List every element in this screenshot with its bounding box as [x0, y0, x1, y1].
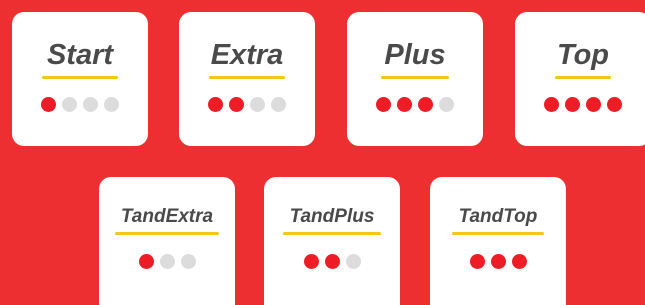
level-dots — [469, 253, 527, 269]
level-dot-filled — [138, 253, 154, 269]
plan-card-extra[interactable]: Extra — [179, 12, 315, 146]
plan-card-tandplus[interactable]: TandPlus — [264, 177, 400, 305]
level-dot-filled — [586, 96, 601, 112]
level-dot-filled — [376, 96, 391, 112]
level-dot-empty — [250, 96, 265, 112]
title-underline — [381, 75, 449, 79]
title-underline — [115, 231, 219, 235]
plan-overview: Start Extra Plus Top TandExtra TandPlus — [0, 0, 645, 305]
level-dot-filled — [229, 96, 244, 112]
plan-card-top[interactable]: Top — [515, 12, 645, 146]
plan-title: Top — [556, 39, 610, 71]
title-underline — [42, 75, 118, 79]
level-dot-filled — [544, 96, 559, 112]
level-dot-filled — [41, 96, 56, 112]
plan-title: Start — [46, 39, 114, 71]
level-dot-empty — [62, 96, 77, 112]
plans-row-bottom: TandExtra TandPlus TandTop — [0, 177, 645, 305]
level-dots — [544, 96, 622, 112]
level-dot-empty — [271, 96, 286, 112]
level-dot-empty — [180, 253, 196, 269]
level-dot-empty — [159, 253, 175, 269]
plan-card-plus[interactable]: Plus — [347, 12, 483, 146]
level-dot-filled — [607, 96, 622, 112]
plans-row-top: Start Extra Plus Top — [0, 12, 645, 146]
title-underline — [452, 231, 544, 235]
level-dot-filled — [324, 253, 340, 269]
level-dot-empty — [83, 96, 98, 112]
plan-title: TandTop — [458, 206, 538, 227]
level-dot-empty — [439, 96, 454, 112]
level-dots — [41, 96, 119, 112]
plan-title: Plus — [384, 39, 446, 71]
plan-card-start[interactable]: Start — [12, 12, 148, 146]
level-dot-filled — [511, 253, 527, 269]
level-dots — [138, 253, 196, 269]
level-dots — [376, 96, 454, 112]
title-underline — [209, 75, 285, 79]
level-dot-filled — [208, 96, 223, 112]
level-dots — [208, 96, 286, 112]
plan-card-tandextra[interactable]: TandExtra — [99, 177, 235, 305]
plan-title: TandExtra — [120, 206, 214, 227]
plan-title: Extra — [210, 39, 284, 71]
plan-card-tandtop[interactable]: TandTop — [430, 177, 566, 305]
level-dot-empty — [345, 253, 361, 269]
level-dot-filled — [303, 253, 319, 269]
title-underline — [283, 231, 381, 235]
level-dots — [303, 253, 361, 269]
level-dot-filled — [565, 96, 580, 112]
level-dot-empty — [104, 96, 119, 112]
level-dot-filled — [469, 253, 485, 269]
level-dot-filled — [490, 253, 506, 269]
plan-title: TandPlus — [289, 206, 375, 227]
level-dot-filled — [397, 96, 412, 112]
level-dot-filled — [418, 96, 433, 112]
title-underline — [555, 75, 611, 79]
